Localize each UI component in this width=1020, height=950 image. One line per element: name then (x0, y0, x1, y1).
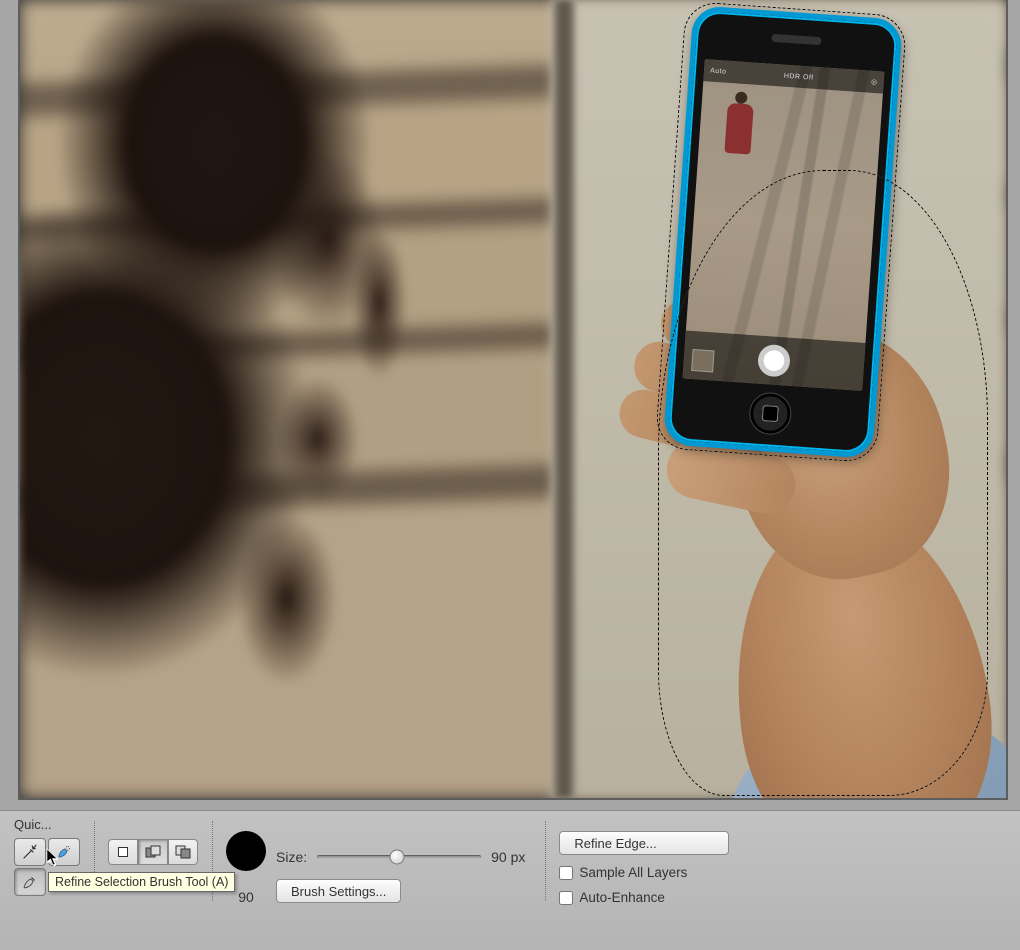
selection-mode-group (108, 839, 198, 865)
sample-all-layers-label: Sample All Layers (579, 865, 687, 880)
tooltip: Refine Selection Brush Tool (A) (48, 872, 235, 892)
subject-hair (20, 0, 533, 798)
auto-enhance-label: Auto-Enhance (579, 890, 665, 905)
quick-selection-tool-button[interactable] (14, 838, 46, 866)
brush-size-slider[interactable] (317, 849, 481, 865)
refine-edge-button[interactable]: Refine Edge... (559, 831, 729, 855)
add-to-selection-button[interactable] (138, 839, 168, 865)
image-content: Auto HDR Off ◎ (20, 0, 1006, 798)
refine-selection-brush-tool-button[interactable] (14, 868, 46, 896)
canvas-area[interactable]: Auto HDR Off ◎ (0, 0, 1020, 810)
tool-options-bar: Quic... Refine Selection Brush Tool (A) (0, 810, 1020, 950)
brush-size-value: 90 (238, 889, 254, 905)
subtract-selection-icon (175, 845, 191, 859)
brush-preview-icon[interactable] (226, 831, 266, 871)
auto-enhance-option[interactable]: Auto-Enhance (559, 890, 665, 905)
new-selection-icon (118, 847, 128, 857)
size-label: Size: (276, 849, 307, 865)
brush-size-readout: 90 px (491, 849, 525, 865)
new-selection-button[interactable] (108, 839, 138, 865)
panel-title: Quic... (14, 817, 52, 832)
cursor-icon (46, 848, 60, 871)
sample-all-layers-checkbox[interactable] (559, 866, 573, 880)
add-selection-icon (145, 845, 161, 859)
refine-brush-icon (21, 873, 39, 891)
document-window[interactable]: Auto HDR Off ◎ (18, 0, 1008, 800)
auto-enhance-checkbox[interactable] (559, 891, 573, 905)
brush-settings-button[interactable]: Brush Settings... (276, 879, 401, 903)
selection-marquee (658, 170, 988, 796)
sample-all-layers-option[interactable]: Sample All Layers (559, 865, 687, 880)
wand-icon (21, 843, 39, 861)
background-edge (552, 0, 576, 798)
subtract-from-selection-button[interactable] (168, 839, 198, 865)
